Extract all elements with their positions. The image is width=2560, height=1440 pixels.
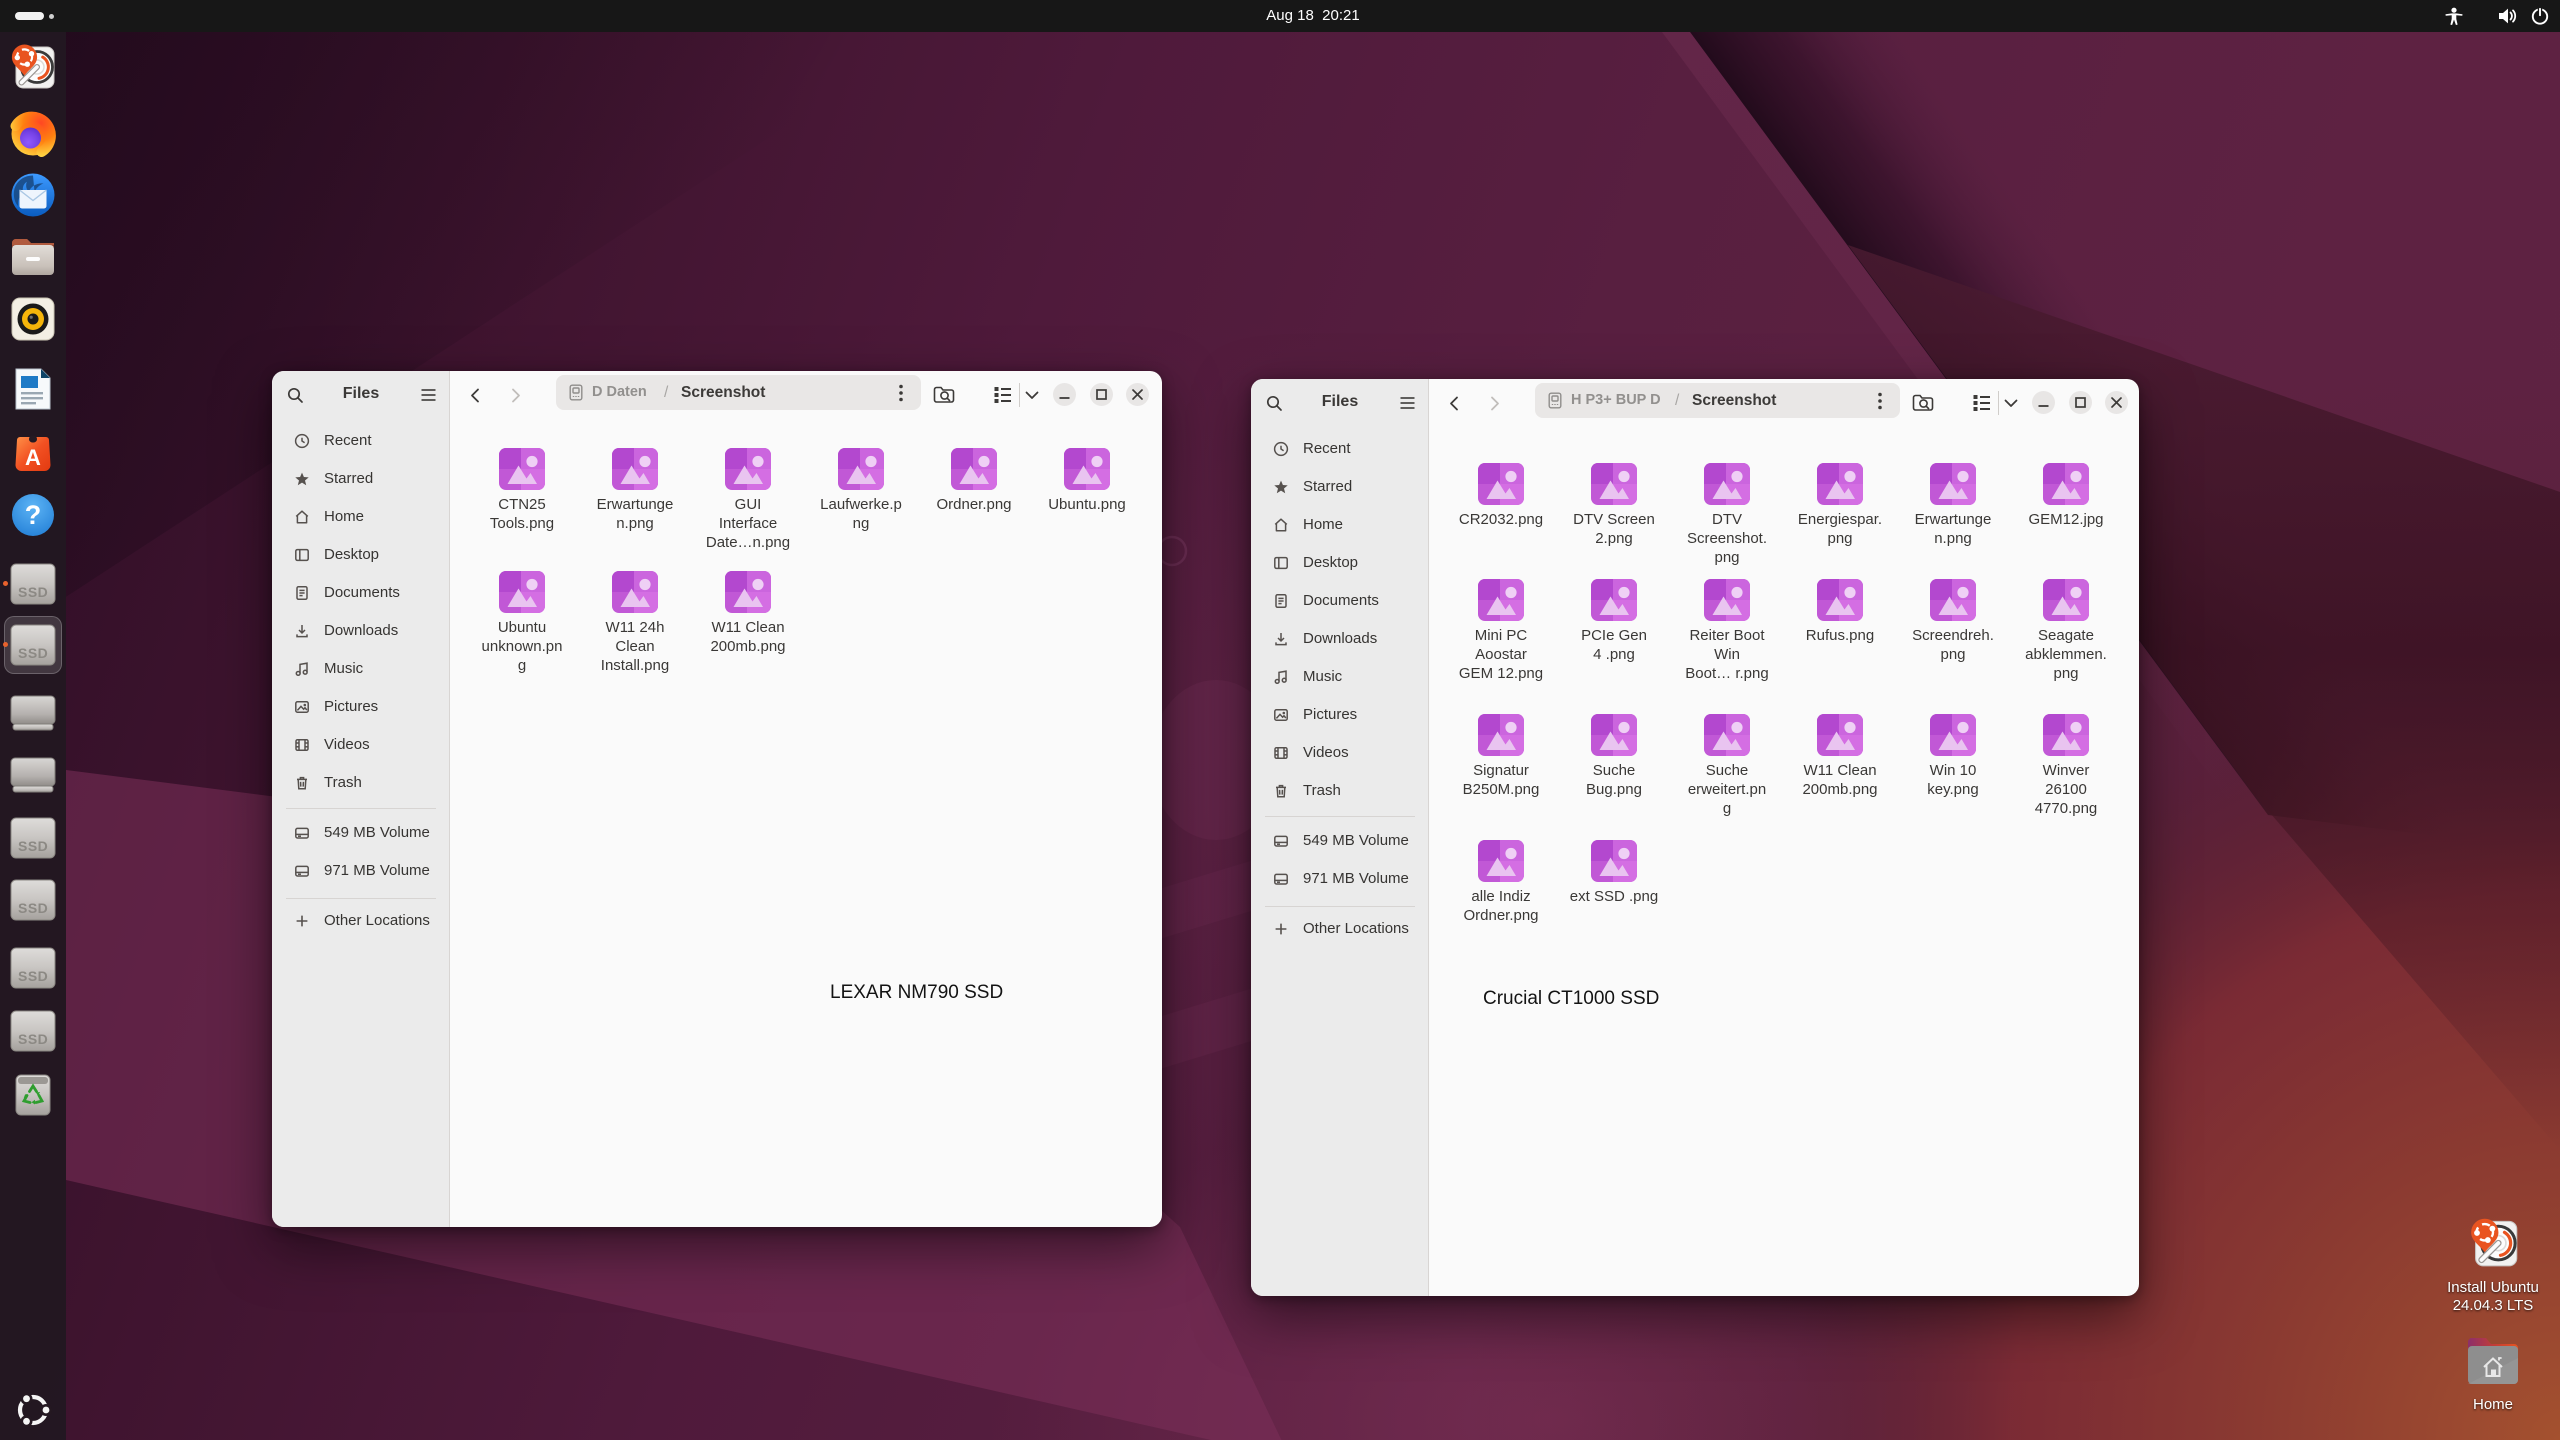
svg-text:A: A bbox=[25, 445, 41, 470]
svg-text:?: ? bbox=[25, 500, 42, 530]
